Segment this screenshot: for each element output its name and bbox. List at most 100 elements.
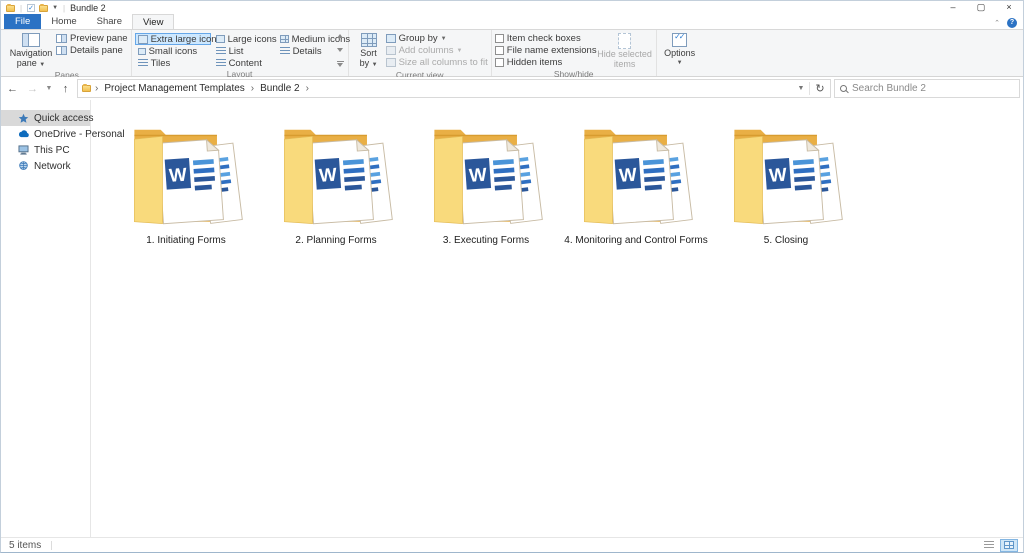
details-view-toggle[interactable]	[980, 539, 998, 552]
hidden-items-checkbox[interactable]	[495, 58, 504, 67]
folder-with-word-documents-icon: W	[725, 116, 847, 228]
new-folder-icon[interactable]	[39, 5, 48, 12]
properties-check-icon[interactable]: ✓	[27, 4, 35, 12]
tiles-icon	[138, 59, 148, 68]
item-check-boxes-checkbox[interactable]	[495, 34, 504, 43]
folder-item[interactable]: W 5. Closing	[711, 116, 861, 246]
options-icon	[672, 33, 687, 47]
main-area: Quick access OneDrive - Personal This PC…	[1, 100, 1023, 537]
separator: |	[62, 4, 66, 13]
hidden-items-option[interactable]: Hidden items	[495, 57, 597, 68]
layout-tiles[interactable]: Tiles	[135, 57, 211, 69]
explorer-window: | ✓ ▼ | Bundle 2 – ▢ × File Home Share V…	[0, 0, 1024, 553]
layout-extra-large-icons[interactable]: Extra large icons	[135, 33, 211, 45]
ribbon-group-options: Options ▼	[657, 30, 703, 76]
add-columns-icon	[386, 46, 396, 55]
group-by-icon	[386, 34, 396, 43]
tab-share[interactable]: Share	[87, 14, 132, 29]
separator	[51, 541, 52, 550]
folder-with-word-documents-icon: W	[275, 116, 397, 228]
up-button[interactable]: ↑	[57, 83, 74, 95]
breadcrumb-chevron-icon: ›	[91, 83, 102, 94]
gallery-scroll-down-icon[interactable]	[337, 48, 343, 52]
star-icon	[18, 113, 29, 124]
folder-item[interactable]: W 1. Initiating Forms	[111, 116, 261, 246]
options-button[interactable]: Options ▼	[660, 32, 700, 68]
help-icon[interactable]: ?	[1007, 18, 1017, 28]
folder-item[interactable]: W 4. Monitoring and Control Forms	[561, 116, 711, 246]
folder-item[interactable]: W 3. Executing Forms	[411, 116, 561, 246]
add-columns-button[interactable]: Add columns▼	[386, 45, 488, 56]
maximize-button[interactable]: ▢	[967, 2, 995, 14]
recent-locations-caret-icon[interactable]: ▼	[44, 85, 54, 92]
folder-label: 5. Closing	[764, 235, 808, 246]
layout-list[interactable]: List	[213, 45, 275, 57]
folder-label: 4. Monitoring and Control Forms	[564, 235, 707, 246]
navigation-pane: Quick access OneDrive - Personal This PC…	[1, 100, 91, 537]
sidebar-item-onedrive[interactable]: OneDrive - Personal	[1, 126, 90, 142]
breadcrumb-chevron-icon[interactable]: ›	[247, 83, 258, 94]
breadcrumb-chevron-icon[interactable]: ›	[302, 83, 313, 94]
qat-customize-caret-icon[interactable]: ▼	[52, 5, 58, 11]
breadcrumb-item[interactable]: Bundle 2	[258, 83, 301, 94]
app-folder-icon	[6, 5, 15, 12]
back-button[interactable]: ←	[4, 83, 21, 95]
item-count: 5 items	[9, 540, 41, 551]
hide-selected-items-button[interactable]: Hide selected items	[597, 32, 653, 69]
layout-small-icons[interactable]: Small icons	[135, 45, 211, 57]
sort-by-button[interactable]: Sort by ▼	[352, 32, 386, 70]
collapse-ribbon-icon[interactable]: ⌃	[994, 19, 1000, 27]
navigation-pane-button[interactable]: Navigation pane ▼	[6, 32, 56, 70]
address-dropdown-caret-icon[interactable]: ▼	[793, 85, 809, 92]
layout-large-icons[interactable]: Large icons	[213, 33, 275, 45]
ribbon-tab-row: File Home Share View ⌃ ?	[1, 14, 1023, 29]
file-name-extensions-option[interactable]: File name extensions	[495, 45, 597, 56]
network-icon	[18, 161, 29, 172]
thumbnail-view-icon	[1004, 541, 1014, 549]
large-icons-icon	[216, 35, 225, 43]
item-check-boxes-option[interactable]: Item check boxes	[495, 33, 597, 44]
search-icon	[840, 85, 847, 92]
address-bar[interactable]: › Project Management Templates › Bundle …	[77, 79, 831, 98]
details-pane-button[interactable]: Details pane	[56, 45, 128, 56]
medium-icons-icon	[280, 35, 289, 43]
thumbnail-view-toggle[interactable]	[1000, 539, 1018, 552]
refresh-icon[interactable]: ↻	[810, 82, 830, 95]
gallery-scroll-up-icon[interactable]	[337, 34, 343, 38]
sidebar-item-quick-access[interactable]: Quick access	[1, 110, 90, 126]
tab-file[interactable]: File	[4, 14, 41, 29]
breadcrumb-item[interactable]: Project Management Templates	[102, 83, 246, 94]
tab-view[interactable]: View	[132, 14, 174, 29]
quick-access-toolbar: | ✓ ▼ |	[6, 4, 66, 13]
preview-pane-button[interactable]: Preview pane	[56, 33, 128, 44]
layout-medium-icons[interactable]: Medium icons	[277, 33, 335, 45]
title-bar: | ✓ ▼ | Bundle 2 – ▢ ×	[1, 1, 1023, 14]
forward-button[interactable]: →	[24, 83, 41, 95]
separator: |	[19, 4, 23, 13]
size-columns-button[interactable]: Size all columns to fit	[386, 57, 488, 68]
layout-gallery: Extra large icons Small icons Tiles Larg…	[135, 32, 335, 69]
gallery-scroll-controls	[335, 32, 345, 68]
group-by-button[interactable]: Group by▼	[386, 33, 488, 44]
preview-pane-icon	[56, 34, 67, 43]
folder-item[interactable]: W 2. Planning Forms	[261, 116, 411, 246]
address-row: ← → ▼ ↑ › Project Management Templates ›…	[1, 77, 1023, 100]
minimize-button[interactable]: –	[939, 2, 967, 14]
search-box[interactable]	[834, 79, 1020, 98]
content-icon	[216, 59, 226, 68]
file-name-extensions-checkbox[interactable]	[495, 46, 504, 55]
sidebar-item-this-pc[interactable]: This PC	[1, 142, 90, 158]
tab-home[interactable]: Home	[41, 14, 86, 29]
ribbon-group-layout: Extra large icons Small icons Tiles Larg…	[132, 30, 349, 76]
list-icon	[216, 47, 226, 56]
close-button[interactable]: ×	[995, 2, 1023, 14]
gallery-more-icon[interactable]	[337, 61, 344, 67]
window-title: Bundle 2	[70, 3, 106, 13]
hide-selected-items-icon	[618, 33, 631, 49]
layout-details[interactable]: Details	[277, 45, 335, 57]
svg-text:W: W	[168, 164, 187, 186]
search-input[interactable]	[852, 83, 1014, 94]
layout-content[interactable]: Content	[213, 57, 275, 69]
svg-text:W: W	[768, 164, 787, 186]
sidebar-item-network[interactable]: Network	[1, 158, 90, 174]
